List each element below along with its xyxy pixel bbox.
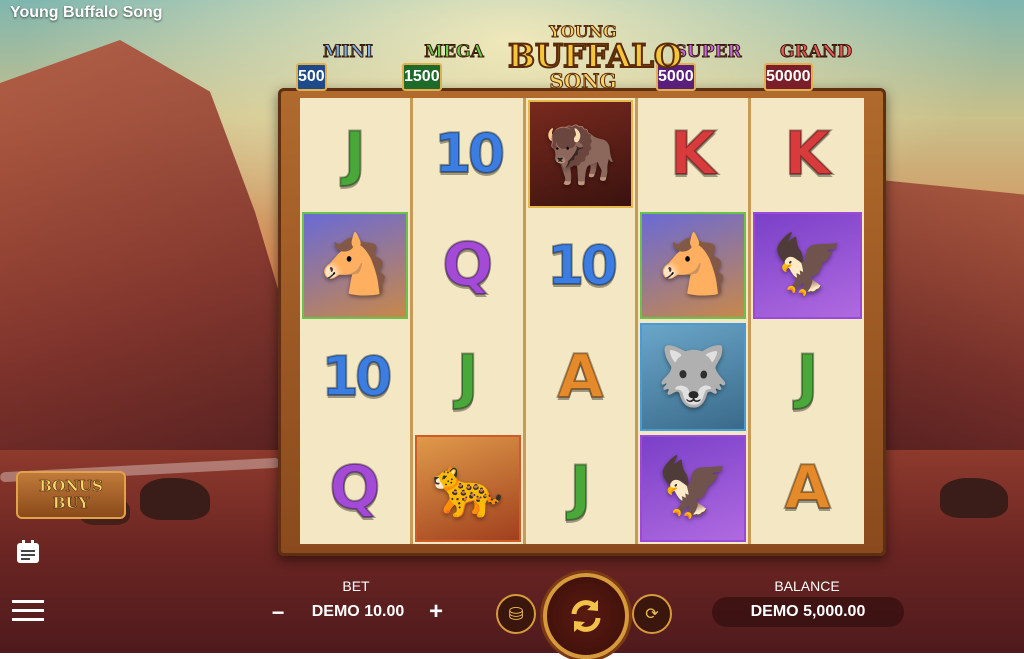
jackpot-name: MINI — [322, 42, 374, 63]
bet-plus-button[interactable]: + — [422, 598, 450, 626]
bison-silhouette — [940, 478, 1008, 518]
reel-symbol: A — [526, 321, 636, 433]
reel-symbol: 🦅 — [638, 433, 748, 545]
eagle-icon: 🦅 — [771, 232, 844, 298]
symbol-a: A — [783, 452, 831, 524]
jackpot-1: MEGA 1500 — [402, 42, 506, 91]
symbol-a: A — [556, 341, 604, 413]
bonus-buy-line-2: BUY — [52, 494, 90, 512]
reel-symbol: Q — [413, 210, 523, 322]
bonus-buy-line-1: BONUS — [39, 477, 103, 495]
symbol-10: 10 — [546, 233, 619, 298]
game-logo: YOUNG BUFFALO SONG — [507, 22, 683, 112]
bonus-buy-button[interactable]: BONUS BUY — [16, 471, 126, 519]
reel-symbol: J — [751, 321, 864, 433]
horse-icon: 🐴 — [318, 232, 391, 298]
jackpot-value: 1500 — [402, 63, 442, 91]
reel-2: 10 Q J 🐆 — [413, 98, 526, 544]
cougar-icon: 🐆 — [431, 455, 504, 521]
reel-symbol: J — [526, 433, 636, 545]
symbol-j: J — [568, 452, 592, 524]
symbol-j: J — [343, 118, 367, 190]
symbol-wolf-tile: 🐺 — [640, 323, 747, 431]
reel-symbol: K — [638, 98, 748, 210]
reel-symbol: J — [300, 98, 410, 210]
reel-symbol: Q — [300, 433, 410, 545]
symbol-k: K — [669, 118, 717, 190]
jackpot-0: MINI 500 — [296, 42, 400, 91]
bison-silhouette — [140, 478, 210, 520]
autoplay-button[interactable]: ⟳ — [632, 594, 672, 634]
reel-3: 🦬 10 A J — [526, 98, 639, 544]
logo-line-2: BUFFALO — [507, 37, 683, 75]
symbol-cougar-tile: 🐆 — [414, 434, 521, 542]
symbol-10: 10 — [320, 344, 393, 409]
symbol-buffalo-tile: 🦬 — [527, 100, 634, 208]
jackpot-3: GRAND 50000 — [764, 42, 868, 91]
symbol-k: K — [783, 118, 831, 190]
reel-symbol: 🐴 — [638, 210, 748, 322]
symbol-eagle-tile: 🦅 — [753, 211, 862, 319]
symbol-j: J — [795, 341, 819, 413]
jackpot-name: MEGA — [424, 42, 484, 63]
balance-value: DEMO 5,000.00 — [750, 603, 866, 620]
bet-value: DEMO 10.00 — [311, 603, 405, 620]
coin-settings-button[interactable]: ⛁ — [496, 594, 536, 634]
autoplay-icon: ⟳ — [645, 606, 659, 623]
coin-settings-icon: ⛁ — [508, 603, 524, 624]
symbol-q: Q — [328, 452, 381, 524]
reel-symbol: J — [413, 321, 523, 433]
reel-symbol: 🐆 — [413, 433, 523, 545]
symbol-horse-tile: 🐴 — [640, 211, 747, 319]
symbol-j: J — [456, 341, 480, 413]
balance-label: BALANCE — [774, 578, 840, 594]
reel-4: K 🐴 🐺 🦅 — [638, 98, 752, 545]
horse-icon: 🐴 — [657, 232, 730, 298]
reel-1: J 🐴 10 Q — [300, 98, 413, 544]
reel-symbol: K — [751, 98, 864, 210]
spin-arrows-icon — [571, 600, 601, 632]
symbol-horse-tile: 🐴 — [302, 211, 408, 319]
reel-symbol: 10 — [300, 321, 410, 433]
buffalo-icon: 🦬 — [544, 120, 617, 186]
bet-label: BET — [342, 578, 370, 594]
reel-symbol: 10 — [413, 98, 523, 210]
symbol-q: Q — [441, 229, 494, 301]
bet-minus-button[interactable]: − — [264, 600, 292, 626]
reel-symbol: 10 — [526, 210, 636, 322]
symbol-10: 10 — [433, 121, 506, 186]
jackpot-name: GRAND — [779, 42, 853, 63]
hamburger-menu-icon[interactable] — [12, 598, 44, 629]
reel-symbol: 🦅 — [751, 210, 864, 322]
spin-button[interactable] — [543, 573, 629, 659]
jackpot-value: 500 — [296, 63, 327, 91]
reel-symbol: 🦬 — [526, 98, 636, 210]
jackpot-value: 50000 — [764, 63, 813, 91]
reel-5: K 🦅 J A — [751, 98, 864, 544]
eagle-icon: 🦅 — [657, 455, 730, 521]
reel-grid: J 🐴 10 Q 10 Q J 🐆 🦬 10 A J K 🐴 🐺 🦅 K 🦅 J A — [300, 98, 864, 544]
reel-symbol: 🐴 — [300, 210, 410, 322]
reel-symbol: A — [751, 433, 864, 545]
window-title: Young Buffalo Song — [10, 4, 163, 21]
reel-symbol: 🐺 — [638, 321, 748, 433]
wolf-icon: 🐺 — [657, 343, 730, 409]
paytable-icon[interactable] — [14, 538, 42, 571]
symbol-eagle-tile: 🦅 — [640, 434, 747, 542]
